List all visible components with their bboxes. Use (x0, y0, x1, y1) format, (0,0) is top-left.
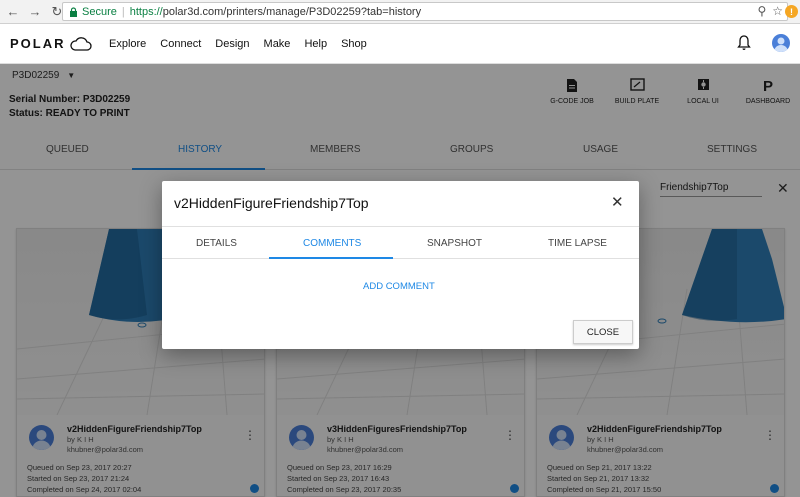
address-bar[interactable]: Secure | https:// polar3d.com/printers/m… (62, 2, 788, 21)
top-nav: Explore Connect Design Make Help Shop (109, 38, 381, 50)
lock-icon (67, 6, 79, 18)
bell-icon[interactable] (737, 35, 751, 56)
browser-toolbar: ← → ↻ Secure | https:// polar3d.com/prin… (0, 0, 800, 24)
cloud-icon (69, 36, 92, 51)
zoom-icon[interactable]: ⚲ (757, 4, 766, 18)
add-comment-button[interactable]: ADD COMMENT (363, 281, 435, 292)
nav-design[interactable]: Design (215, 38, 249, 50)
dialog-tabs: DETAILS COMMENTS SNAPSHOT TIME LAPSE (162, 226, 639, 259)
nav-shop[interactable]: Shop (341, 38, 367, 50)
star-icon[interactable]: ☆ (772, 4, 783, 18)
url-separator: | (121, 5, 125, 18)
tab-details[interactable]: DETAILS (196, 238, 237, 249)
extension-icon[interactable]: ! (785, 5, 798, 18)
tab-snapshot[interactable]: SNAPSHOT (427, 238, 482, 249)
url-scheme: https:// (129, 5, 163, 18)
active-tab-indicator (269, 257, 393, 259)
app-header: POLAR Explore Connect Design Make Help S… (0, 24, 800, 64)
dialog-title: v2HiddenFigureFriendship7Top (174, 195, 369, 211)
forward-icon[interactable]: → (26, 3, 44, 21)
url-actions: ⚲ ☆ (757, 4, 783, 18)
tab-time-lapse[interactable]: TIME LAPSE (548, 238, 607, 249)
user-avatar[interactable] (772, 34, 790, 52)
nav-make[interactable]: Make (264, 38, 291, 50)
secure-label: Secure (82, 5, 117, 18)
close-button[interactable]: CLOSE (573, 320, 633, 344)
nav-help[interactable]: Help (304, 38, 327, 50)
back-icon[interactable]: ← (4, 3, 22, 21)
tab-comments[interactable]: COMMENTS (303, 238, 361, 249)
close-icon[interactable]: ✕ (611, 193, 624, 211)
nav-connect[interactable]: Connect (160, 38, 201, 50)
print-details-dialog: v2HiddenFigureFriendship7Top ✕ DETAILS C… (162, 181, 639, 349)
logo[interactable]: POLAR (10, 36, 92, 51)
nav-explore[interactable]: Explore (109, 38, 146, 50)
url-text: polar3d.com/printers/manage/P3D02259?tab… (162, 5, 422, 18)
logo-text: POLAR (10, 36, 66, 51)
